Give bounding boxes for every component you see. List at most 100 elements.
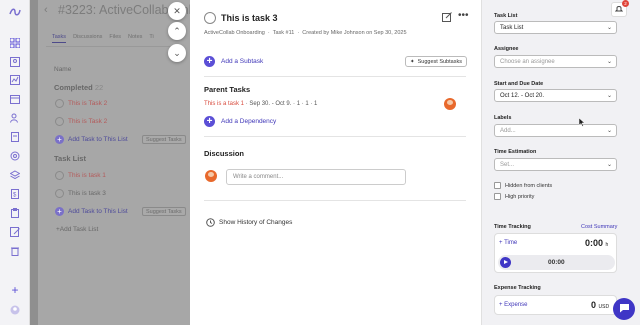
calendar-icon[interactable] (9, 93, 21, 105)
dates-select[interactable]: Oct 12. - Oct 20. ⌄ (494, 89, 617, 102)
divider (204, 136, 466, 137)
chevron-down-icon: ⌄ (606, 128, 612, 134)
complete-task-checkbox[interactable] (204, 12, 216, 24)
high-priority-label: High priority (505, 194, 535, 200)
divider (204, 200, 466, 201)
trash-icon[interactable] (9, 245, 21, 257)
parent-tasks-heading: Parent Tasks (204, 85, 251, 94)
task-modal: This is task 3 ••• ActiveCollab Onboardi… (190, 0, 481, 325)
target-icon[interactable] (9, 150, 21, 162)
mouse-cursor-icon (578, 117, 586, 129)
edit-icon[interactable] (442, 12, 452, 24)
bg-task-checkbox (55, 99, 64, 108)
chevron-down-icon: ⌄ (606, 59, 612, 65)
time-value: 0:00 (585, 238, 604, 248)
background-tabs: Tasks Discussions Files Notes Ti (52, 34, 154, 43)
add-time-link[interactable]: + Time (499, 240, 517, 246)
add-icon[interactable]: + (9, 283, 21, 297)
labels-placeholder: Add... (500, 128, 516, 134)
bg-completed-task: This is Task 2 (68, 100, 108, 107)
invoice-icon[interactable]: $ (9, 188, 21, 200)
close-button[interactable]: ✕ (168, 2, 186, 20)
add-dependency-icon[interactable]: + (204, 116, 215, 127)
labels-label: Labels (494, 115, 512, 121)
chevron-down-icon: ⌄ (606, 25, 612, 31)
chat-icon (619, 303, 630, 315)
time-tracking-label: Time Tracking (494, 224, 531, 230)
labels-select[interactable]: Add... ⌄ (494, 124, 617, 137)
dashboard-icon[interactable] (9, 37, 21, 49)
add-time-label: Time (504, 240, 518, 246)
parent-task-assignee-avatar (444, 98, 456, 110)
expense-total: 0 USD (591, 300, 609, 310)
suggest-subtasks-button[interactable]: ✦ Suggest Subtasks (405, 56, 467, 67)
activecollab-logo-icon[interactable] (9, 6, 21, 18)
add-expense-link[interactable]: + Expense (499, 302, 528, 308)
expense-unit: USD (598, 304, 610, 310)
time-tracking-box: + Time 0:00 h 00:00 (494, 233, 617, 273)
bg-add-icon: + (55, 207, 64, 216)
bg-suggest-tasks: Suggest Tasks (142, 135, 186, 144)
back-icon: ‹ (44, 4, 48, 16)
previous-task-button[interactable]: ⌃ (168, 22, 186, 40)
bg-list-task: This is task 3 (68, 190, 106, 197)
next-task-button[interactable]: ⌄ (168, 44, 186, 62)
layers-icon[interactable] (9, 169, 21, 181)
bg-add-task: Add Task to This List (68, 136, 128, 143)
add-subtask-icon[interactable]: + (204, 56, 215, 67)
bg-tab: Tasks (52, 34, 67, 43)
task-title[interactable]: This is task 3 (221, 13, 278, 23)
task-list-value: Task List (500, 25, 524, 31)
high-priority-checkbox[interactable] (494, 193, 501, 200)
sparkle-icon: ✦ (410, 58, 415, 65)
document-icon[interactable] (9, 131, 21, 143)
bell-icon (614, 5, 624, 15)
bg-add-task: Add Task to This List (68, 208, 128, 215)
chevron-up-icon: ⌃ (173, 25, 181, 36)
reports-icon[interactable] (9, 74, 21, 86)
cost-summary-link[interactable]: Cost Summary (581, 224, 617, 230)
estimation-select[interactable]: Set... ⌄ (494, 158, 617, 171)
expense-tracking-label: Expense Tracking (494, 285, 541, 291)
hidden-from-clients-checkbox[interactable] (494, 182, 501, 189)
bg-name-header: Name (54, 66, 72, 73)
dates-value: Oct 12. - Oct 20. (500, 93, 545, 99)
edit-document-icon[interactable] (9, 226, 21, 238)
bg-task-checkbox (55, 117, 64, 126)
add-dependency-link[interactable]: Add a Dependency (221, 118, 276, 125)
bg-tab: Files (109, 34, 122, 40)
dates-label: Start and Due Date (494, 81, 544, 87)
chevron-down-icon: ⌄ (606, 93, 612, 99)
estimation-label: Time Estimation (494, 149, 537, 155)
time-total: 0:00 h (585, 238, 608, 248)
bg-completed-task: This is Task 2 (68, 118, 108, 125)
task-meta: ActiveCollab Onboarding · Task #11 · Cre… (204, 30, 407, 36)
bg-suggest-tasks: Suggest Tasks (142, 207, 186, 216)
comment-input[interactable]: Write a comment... (226, 169, 406, 185)
more-options-icon[interactable]: ••• (458, 10, 469, 21)
notifications-button[interactable]: 2 (611, 0, 629, 17)
suggest-subtasks-label: Suggest Subtasks (417, 58, 462, 65)
created-info: Created by Mike Johnson on Sep 30, 2025 (302, 30, 407, 36)
parent-task-link[interactable]: This is a task 1 (204, 101, 244, 107)
expense-tracking-box: + Expense 0 USD (494, 295, 617, 315)
bg-add-icon: + (55, 135, 64, 144)
assignee-placeholder: Choose an assignee (500, 59, 555, 65)
people-icon[interactable] (9, 112, 21, 124)
assignee-select[interactable]: Choose an assignee ⌄ (494, 55, 617, 68)
parent-task-meta: 1 · 1 · 1 (296, 101, 318, 107)
bg-tab: Discussions (73, 34, 103, 40)
project-link[interactable]: ActiveCollab Onboarding (204, 30, 265, 36)
history-icon[interactable] (206, 218, 215, 229)
profile-icon[interactable] (9, 56, 21, 68)
add-subtask-link[interactable]: Add a Subtask (221, 58, 263, 65)
chevron-down-icon: ⌄ (173, 47, 181, 58)
play-timer-icon[interactable] (500, 257, 511, 268)
task-list-select[interactable]: Task List ⌄ (494, 21, 617, 34)
chat-support-button[interactable] (613, 298, 635, 320)
clipboard-icon[interactable] (9, 207, 21, 219)
estimation-placeholder: Set... (500, 162, 515, 168)
bg-task-list-header: Task List (54, 154, 86, 163)
show-history-link[interactable]: Show History of Changes (219, 219, 292, 226)
user-avatar-icon[interactable] (9, 304, 21, 316)
